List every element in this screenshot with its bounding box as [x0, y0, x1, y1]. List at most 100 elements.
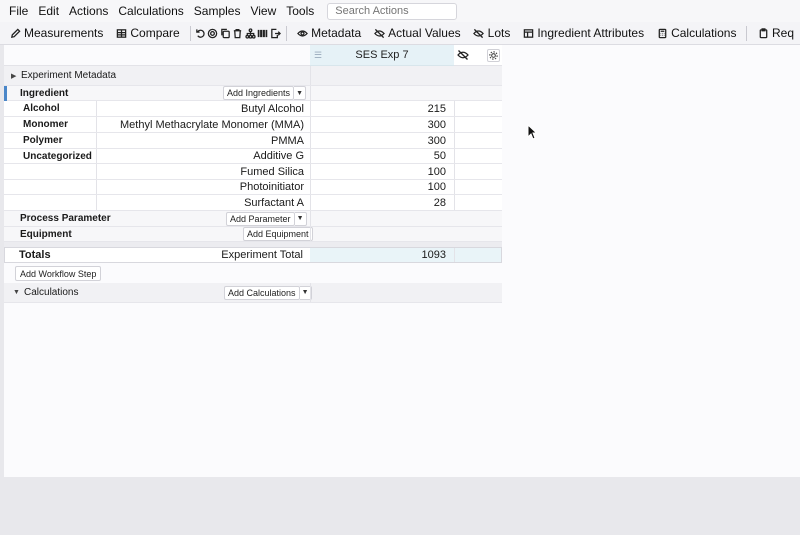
- ingredient-value[interactable]: 100: [310, 180, 454, 194]
- ingredient-value[interactable]: 50: [310, 149, 454, 163]
- ingredient-name[interactable]: Fumed Silica: [240, 164, 304, 179]
- measurements-label: Measurements: [24, 26, 104, 40]
- add-workflow-step-button[interactable]: Add Workflow Step: [15, 266, 102, 281]
- undo-button[interactable]: [194, 22, 207, 44]
- calculations-section-label: Calculations: [24, 287, 79, 298]
- column-divider: [96, 195, 97, 210]
- column-header[interactable]: ☰ SES Exp 7: [310, 45, 454, 66]
- measurements-button[interactable]: Measurements: [0, 22, 109, 44]
- calculator-icon: [656, 27, 668, 39]
- menu-edit[interactable]: Edit: [33, 0, 64, 22]
- trash-icon: [232, 27, 244, 39]
- add-calculations-button[interactable]: Add Calculations: [224, 285, 300, 300]
- totals-row: Totals Experiment Total 1093: [4, 247, 502, 263]
- experiment-metadata-row[interactable]: ▶ Experiment Metadata: [4, 66, 502, 86]
- calculations-label: Calculations: [671, 26, 737, 40]
- ingredient-row[interactable]: Fumed Silica 100: [4, 164, 502, 180]
- mouse-cursor-icon: [527, 124, 537, 140]
- experiment-total-value: 1093: [310, 248, 454, 262]
- add-parameter-button[interactable]: Add Parameter: [226, 211, 295, 226]
- barcode-button[interactable]: [257, 22, 269, 44]
- metadata-button[interactable]: Metadata: [290, 22, 367, 44]
- add-ingredients-dropdown-icon[interactable]: ▼: [294, 86, 307, 100]
- column-divider: [454, 101, 455, 116]
- ingredient-section-header: Ingredient Add Ingredients ▼: [4, 86, 502, 101]
- lots-label: Lots: [487, 26, 511, 40]
- ingredient-value[interactable]: 100: [310, 164, 454, 179]
- lots-button[interactable]: Lots: [467, 22, 517, 44]
- column-divider: [454, 149, 455, 163]
- menu-file[interactable]: File: [4, 0, 33, 22]
- menu-tools[interactable]: Tools: [281, 0, 319, 22]
- column-settings-button[interactable]: [487, 49, 500, 62]
- ingredient-value[interactable]: 300: [310, 133, 454, 148]
- column-divider: [310, 211, 311, 226]
- ingredient-attributes-button[interactable]: Ingredient Attributes: [516, 22, 650, 44]
- search-actions-input[interactable]: [327, 2, 458, 20]
- column-divider: [310, 86, 311, 100]
- column-divider: [96, 180, 97, 194]
- column-divider: [310, 283, 311, 302]
- target-button[interactable]: [207, 22, 219, 44]
- menu-samples[interactable]: Samples: [189, 0, 246, 22]
- add-calculations-group: Add Calculations ▼: [224, 283, 312, 302]
- ingredient-name[interactable]: Photoinitiator: [240, 180, 304, 194]
- ingredient-value[interactable]: 215: [310, 101, 454, 116]
- hierarchy-icon: [244, 27, 256, 39]
- ingredient-row[interactable]: Photoinitiator 100: [4, 180, 502, 195]
- add-ingredients-button[interactable]: Add Ingredients: [223, 86, 295, 100]
- ingredient-row[interactable]: Monomer Methyl Methacrylate Monomer (MMA…: [4, 117, 502, 133]
- column-title: SES Exp 7: [355, 49, 409, 61]
- equipment-row: Equipment Add Equipment: [4, 227, 502, 242]
- hierarchy-button[interactable]: [244, 22, 256, 44]
- status-area: [0, 477, 800, 535]
- compare-button[interactable]: Compare: [109, 22, 185, 44]
- ingredient-category: Monomer: [23, 119, 68, 130]
- ingredient-attributes-label: Ingredient Attributes: [537, 26, 645, 40]
- compare-label: Compare: [130, 26, 180, 40]
- ingredient-name[interactable]: Additive G: [253, 149, 304, 163]
- totals-label: Totals: [19, 249, 51, 261]
- export-icon: [269, 27, 281, 39]
- menu-calculations[interactable]: Calculations: [113, 0, 188, 22]
- hide-column-icon[interactable]: [457, 49, 469, 64]
- actual-values-button[interactable]: Actual Values: [367, 22, 467, 44]
- requirements-button[interactable]: Req: [751, 22, 800, 44]
- metadata-label: Metadata: [311, 26, 362, 40]
- menu-actions[interactable]: Actions: [64, 0, 113, 22]
- collapse-caret-icon[interactable]: ▼: [13, 283, 20, 302]
- ingredient-row[interactable]: Uncategorized Additive G 50: [4, 149, 502, 164]
- copy-icon: [219, 27, 231, 39]
- menu-bar: File Edit Actions Calculations Samples V…: [0, 0, 800, 22]
- column-divider: [454, 180, 455, 194]
- eye-off-icon: [373, 27, 385, 39]
- add-parameter-dropdown-icon[interactable]: ▼: [294, 211, 307, 226]
- copy-button[interactable]: [219, 22, 231, 44]
- drag-handle-icon[interactable]: ☰: [314, 45, 322, 66]
- undo-icon: [195, 27, 207, 39]
- add-equipment-button[interactable]: Add Equipment: [243, 227, 313, 241]
- experiment-metadata-label: Experiment Metadata: [21, 70, 117, 81]
- add-parameter-group: Add Parameter ▼: [226, 211, 307, 226]
- ingredient-name[interactable]: Butyl Alcohol: [241, 101, 304, 116]
- ingredient-value[interactable]: 28: [310, 195, 454, 210]
- ingredient-label: Ingredient: [20, 87, 69, 99]
- expand-caret-icon[interactable]: ▶: [11, 66, 16, 85]
- ingredient-row[interactable]: Surfactant A 28: [4, 195, 502, 211]
- column-divider: [96, 149, 97, 163]
- calculations-row[interactable]: ▼ Calculations Add Calculations ▼: [4, 283, 502, 303]
- columns-icon: [522, 27, 534, 39]
- ingredient-name[interactable]: Surfactant A: [244, 195, 304, 210]
- calculations-button[interactable]: Calculations: [650, 22, 742, 44]
- delete-button[interactable]: [232, 22, 244, 44]
- export-button[interactable]: [269, 22, 281, 44]
- ingredient-name[interactable]: Methyl Methacrylate Monomer (MMA): [120, 117, 304, 132]
- ingredient-row[interactable]: Polymer PMMA 300: [4, 133, 502, 149]
- clipboard-icon: [757, 27, 769, 39]
- process-parameter-row: Process Parameter Add Parameter ▼: [4, 211, 502, 227]
- menu-view[interactable]: View: [245, 0, 281, 22]
- target-icon: [207, 27, 219, 39]
- ingredient-row[interactable]: Alcohol Butyl Alcohol 215: [4, 101, 502, 117]
- ingredient-value[interactable]: 300: [310, 117, 454, 132]
- ingredient-name[interactable]: PMMA: [271, 133, 304, 148]
